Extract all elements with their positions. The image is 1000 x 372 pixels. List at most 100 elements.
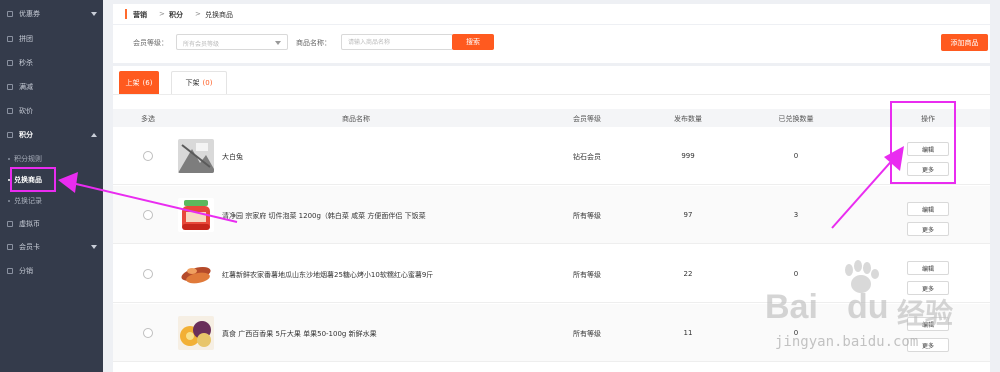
sidebar-item-label: 秒杀 <box>19 59 33 67</box>
baidu-jingyan-watermark: Bai du 经验 jingyan.baidu.com <box>757 258 985 358</box>
breadcrumb-item[interactable]: 营销 <box>133 10 147 20</box>
product-name[interactable]: 大白兔 <box>222 152 243 162</box>
sidebar-item-label: 满减 <box>19 83 33 91</box>
column-header: 发布数量 <box>674 115 702 123</box>
breadcrumb: 营销 > 积分 > 兑换商品 <box>113 4 990 24</box>
sidebar-item-points[interactable]: 积分 <box>0 123 103 147</box>
member-level-cell: 所有等级 <box>573 330 601 338</box>
member-level-value: 所有会员等级 <box>183 41 220 48</box>
sidebar-subitem-label: 积分规则 <box>14 155 42 163</box>
published-count-cell: 11 <box>683 329 693 337</box>
watermark-brand-cn: 经验 <box>897 297 954 330</box>
more-button[interactable]: 更多 <box>907 222 949 236</box>
sidebar-item-label: 分销 <box>19 267 33 275</box>
column-header: 商品名称 <box>342 115 370 123</box>
points-icon <box>7 132 13 138</box>
product-name[interactable]: 真食 广西百香果 5斤大果 单果50-100g 新鲜水果 <box>222 329 377 339</box>
flash-sale-icon <box>7 60 13 66</box>
bargain-icon <box>7 108 13 114</box>
watermark-brand-left: Bai <box>765 288 818 326</box>
sidebar-item-label: 虚拟币 <box>19 220 40 228</box>
coin-icon <box>7 221 13 227</box>
table-row: 清净园 宗家府 切件泡菜 1200g（韩白菜 咸菜 方便面伴侣 下饭菜 所有等级… <box>113 186 990 244</box>
member-level-select[interactable]: 所有会员等级 <box>176 34 288 50</box>
add-product-button[interactable]: 添加商品 <box>941 34 988 51</box>
sidebar-item-coupon[interactable]: 优惠券 <box>0 2 103 26</box>
bullet-icon <box>8 158 10 160</box>
bullet-icon <box>8 200 10 202</box>
tab-count: (0) <box>202 79 213 87</box>
sidebar-item-distribution[interactable]: 分销 <box>0 259 103 283</box>
column-header: 多选 <box>141 115 155 123</box>
sidebar-item-flash-sale[interactable]: 秒杀 <box>0 51 103 75</box>
product-thumbnail <box>178 198 214 232</box>
coupon-icon <box>7 11 13 17</box>
watermark-url: jingyan.baidu.com <box>775 334 919 350</box>
column-header: 会员等级 <box>573 115 601 123</box>
sidebar-item-group-buy[interactable]: 拼团 <box>0 27 103 51</box>
table-header: 多选 商品名称 会员等级 发布数量 已兑换数量 操作 <box>113 109 990 127</box>
sidebar-item-member-card[interactable]: 会员卡 <box>0 235 103 259</box>
sidebar-item-bargain[interactable]: 砍价 <box>0 99 103 123</box>
sidebar-item-label: 优惠券 <box>19 10 40 18</box>
member-level-cell: 所有等级 <box>573 271 601 279</box>
search-button[interactable]: 搜索 <box>452 34 494 50</box>
edit-button[interactable]: 编辑 <box>907 202 949 216</box>
chevron-down-icon <box>91 12 97 16</box>
sidebar-item-label: 拼团 <box>19 35 33 43</box>
breadcrumb-current: 兑换商品 <box>205 11 233 19</box>
highlight-box-actions <box>890 101 956 184</box>
member-level-cell: 钻石会员 <box>573 153 601 161</box>
row-divider <box>113 243 990 244</box>
breadcrumb-separator: > <box>159 10 165 18</box>
member-level-label: 会员等级： <box>133 39 168 47</box>
product-thumbnail <box>178 139 214 173</box>
distribution-icon <box>7 268 13 274</box>
member-card-icon <box>7 244 13 250</box>
published-count-cell: 22 <box>683 270 693 278</box>
sidebar-item-label: 会员卡 <box>19 243 40 251</box>
chevron-down-icon <box>91 245 97 249</box>
discount-icon <box>7 84 13 90</box>
sidebar-subitem-points-rules[interactable]: 积分规则 <box>0 149 103 169</box>
highlight-box-exchange-goods <box>10 167 56 192</box>
breadcrumb-separator: > <box>195 10 201 18</box>
tab-label: 上架 <box>125 78 140 87</box>
chevron-up-icon <box>91 133 97 137</box>
sidebar-subitem-exchange-records[interactable]: 兑换记录 <box>0 191 103 211</box>
product-thumbnail <box>178 257 214 291</box>
tab-count: (6) <box>142 78 153 87</box>
member-level-cell: 所有等级 <box>573 212 601 220</box>
tab-on-shelf[interactable]: 上架 (6) <box>119 71 159 94</box>
product-name-input[interactable] <box>341 34 453 50</box>
sidebar-subitem-label: 兑换记录 <box>14 197 42 205</box>
chevron-down-icon <box>275 41 281 45</box>
published-count-cell: 97 <box>683 211 693 219</box>
row-select-radio[interactable] <box>143 151 153 161</box>
row-select-radio[interactable] <box>143 210 153 220</box>
sidebar-item-label: 积分 <box>19 131 33 139</box>
tabs-divider <box>113 94 990 95</box>
product-name[interactable]: 清净园 宗家府 切件泡菜 1200g（韩白菜 咸菜 方便面伴侣 下饭菜 <box>222 211 426 221</box>
sidebar-item-label: 砍价 <box>19 107 33 115</box>
product-name-label: 商品名称： <box>296 39 331 47</box>
column-header: 已兑换数量 <box>778 115 814 123</box>
row-select-radio[interactable] <box>143 328 153 338</box>
tab-label: 下架 <box>185 79 200 87</box>
row-divider <box>113 184 990 185</box>
exchanged-count-cell: 0 <box>793 152 799 160</box>
table-row: 大白兔 钻石会员 999 0 编辑 更多 <box>113 127 990 185</box>
sidebar-item-virtual-coin[interactable]: 虚拟币 <box>0 212 103 236</box>
published-count-cell: 999 <box>681 152 695 160</box>
watermark-brand-right: du <box>847 288 889 326</box>
exchanged-count-cell: 3 <box>793 211 799 219</box>
product-thumbnail <box>178 316 214 350</box>
tab-off-shelf[interactable]: 下架 (0) <box>171 71 227 94</box>
product-name[interactable]: 红薯新鲜农家番薯地瓜山东沙地烟薯25糖心烤小10软糯红心蜜薯9斤 <box>222 270 433 280</box>
row-select-radio[interactable] <box>143 269 153 279</box>
filter-bar: 会员等级： 所有会员等级 商品名称： 搜索 添加商品 <box>113 25 990 63</box>
row-divider <box>113 361 990 362</box>
group-buy-icon <box>7 36 13 42</box>
breadcrumb-item[interactable]: 积分 <box>169 10 183 20</box>
sidebar-item-discount[interactable]: 满减 <box>0 75 103 99</box>
